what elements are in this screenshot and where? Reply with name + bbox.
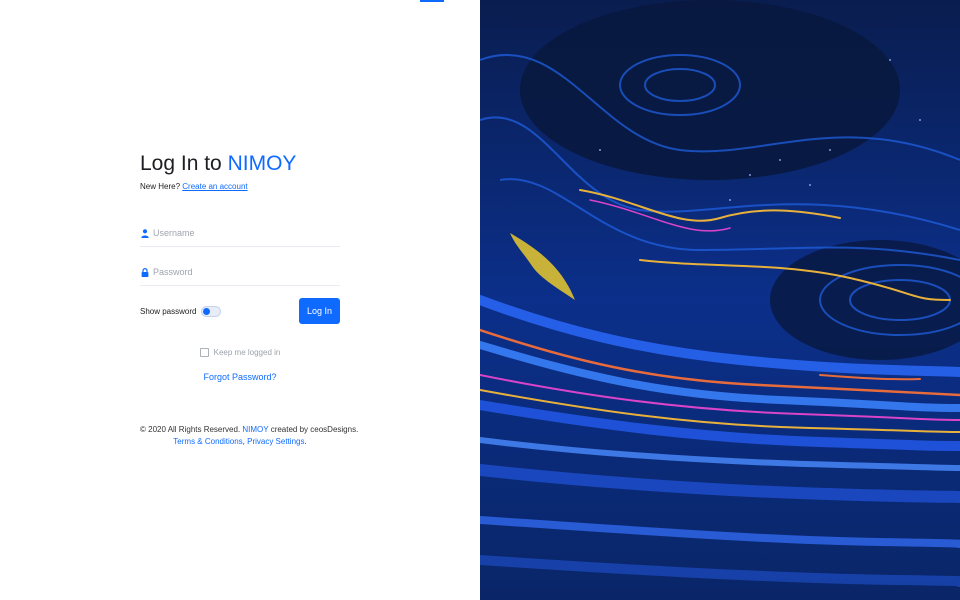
keep-logged-in-control: Keep me logged in (140, 348, 340, 357)
footer-line-2: Terms & Conditions, Privacy Settings. (140, 436, 340, 448)
decorative-background-panel (480, 0, 960, 600)
login-button[interactable]: Log In (299, 298, 340, 324)
keep-logged-in-checkbox[interactable] (199, 348, 209, 357)
login-page: Log In to NIMOY New Here? Create an acco… (0, 0, 960, 600)
user-icon (140, 227, 150, 239)
top-accent-strip (420, 0, 444, 2)
footer-brand-link[interactable]: NIMOY (242, 425, 268, 434)
page-title: Log In to NIMOY (140, 150, 340, 178)
title-prefix: Log In to (140, 152, 228, 175)
show-password-control: Show password (140, 305, 222, 317)
login-form: Log In to NIMOY New Here? Create an acco… (140, 150, 358, 448)
username-field (140, 220, 340, 247)
privacy-link[interactable]: Privacy Settings (247, 437, 304, 446)
marbled-art-background (480, 0, 960, 600)
terms-link[interactable]: Terms & Conditions (173, 437, 242, 446)
password-field (140, 259, 340, 286)
forgot-password-link[interactable]: Forgot Password? (140, 372, 340, 382)
page-footer: © 2020 All Rights Reserved. NIMOY create… (140, 424, 358, 448)
password-actions-row: Show password Log In (140, 298, 340, 324)
new-here-text: New Here? (140, 182, 181, 191)
password-input[interactable] (153, 267, 333, 277)
signup-prompt: New Here? Create an account (140, 182, 340, 191)
username-input[interactable] (153, 228, 333, 238)
brand-name: NIMOY (227, 152, 297, 175)
footer-period: . (304, 437, 307, 446)
footer-created-by: created by ceosDesigns. (268, 425, 359, 434)
create-account-link[interactable]: Create an account (182, 182, 247, 191)
lock-icon (140, 266, 150, 278)
show-password-toggle[interactable] (201, 305, 222, 317)
toggle-knob (203, 307, 211, 315)
footer-copyright: © 2020 All Rights Reserved. (140, 425, 243, 434)
footer-line-1: © 2020 All Rights Reserved. NIMOY create… (140, 424, 358, 436)
keep-logged-in-label: Keep me logged in (213, 348, 281, 357)
show-password-label: Show password (140, 306, 197, 316)
login-panel: Log In to NIMOY New Here? Create an acco… (0, 0, 480, 600)
